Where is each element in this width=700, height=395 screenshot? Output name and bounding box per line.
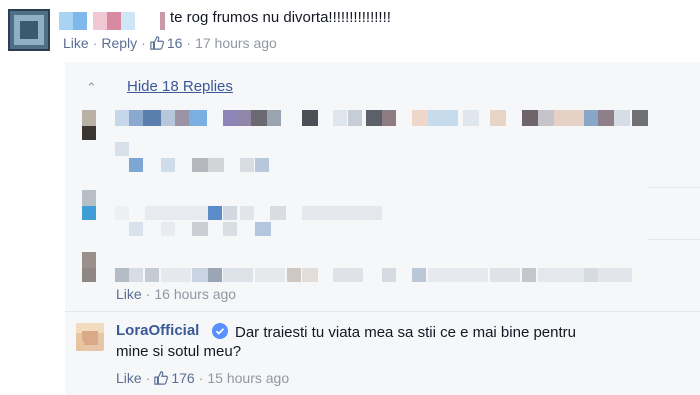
- reply-link[interactable]: Reply: [101, 35, 137, 51]
- like-link[interactable]: Like: [116, 286, 142, 302]
- lora-reply-text-line2: mine si sotul meu?: [116, 343, 242, 360]
- like-count[interactable]: 16: [150, 35, 183, 51]
- lora-reply-meta: Like · 176 · 15 hours ago: [116, 370, 290, 386]
- timestamp[interactable]: 16 hours ago: [154, 286, 236, 302]
- timestamp[interactable]: 15 hours ago: [207, 370, 289, 386]
- lora-reply-text-line1: Dar traiesti tu viata mea sa stii ce e m…: [235, 324, 576, 341]
- like-count-value: 176: [171, 370, 195, 386]
- chevron-up-icon[interactable]: ⌃: [86, 80, 97, 96]
- like-count-value: 16: [166, 35, 183, 51]
- like-count[interactable]: 176: [154, 370, 195, 386]
- commenter-name-pixelated[interactable]: [59, 12, 169, 30]
- avatar-image-pixelated-center: [20, 21, 38, 39]
- reply-pixelated-1: [80, 108, 660, 178]
- reply-divider: [65, 311, 700, 312]
- lora-author-name[interactable]: LoraOfficial: [116, 322, 199, 339]
- reply-divider: [648, 187, 700, 188]
- commenter-avatar[interactable]: [8, 9, 50, 51]
- hide-replies-link[interactable]: Hide 18 Replies: [127, 78, 233, 95]
- like-link[interactable]: Like: [116, 370, 142, 386]
- comment-text: te rog frumos nu divorta!!!!!!!!!!!!!!!: [170, 9, 391, 26]
- reply-meta: Like · 16 hours ago: [116, 286, 237, 302]
- reply-pixelated-3: [80, 250, 640, 284]
- comment-meta: Like · Reply · 16 · 17 hours ago: [63, 35, 277, 51]
- verified-badge-icon: [212, 323, 228, 339]
- reply-divider: [648, 239, 700, 240]
- lora-avatar[interactable]: [76, 323, 104, 351]
- thumbs-up-icon: [154, 371, 169, 385]
- like-link[interactable]: Like: [63, 35, 89, 51]
- reply-pixelated-2: [80, 188, 400, 238]
- timestamp[interactable]: 17 hours ago: [195, 35, 277, 51]
- thumbs-up-icon: [150, 36, 164, 50]
